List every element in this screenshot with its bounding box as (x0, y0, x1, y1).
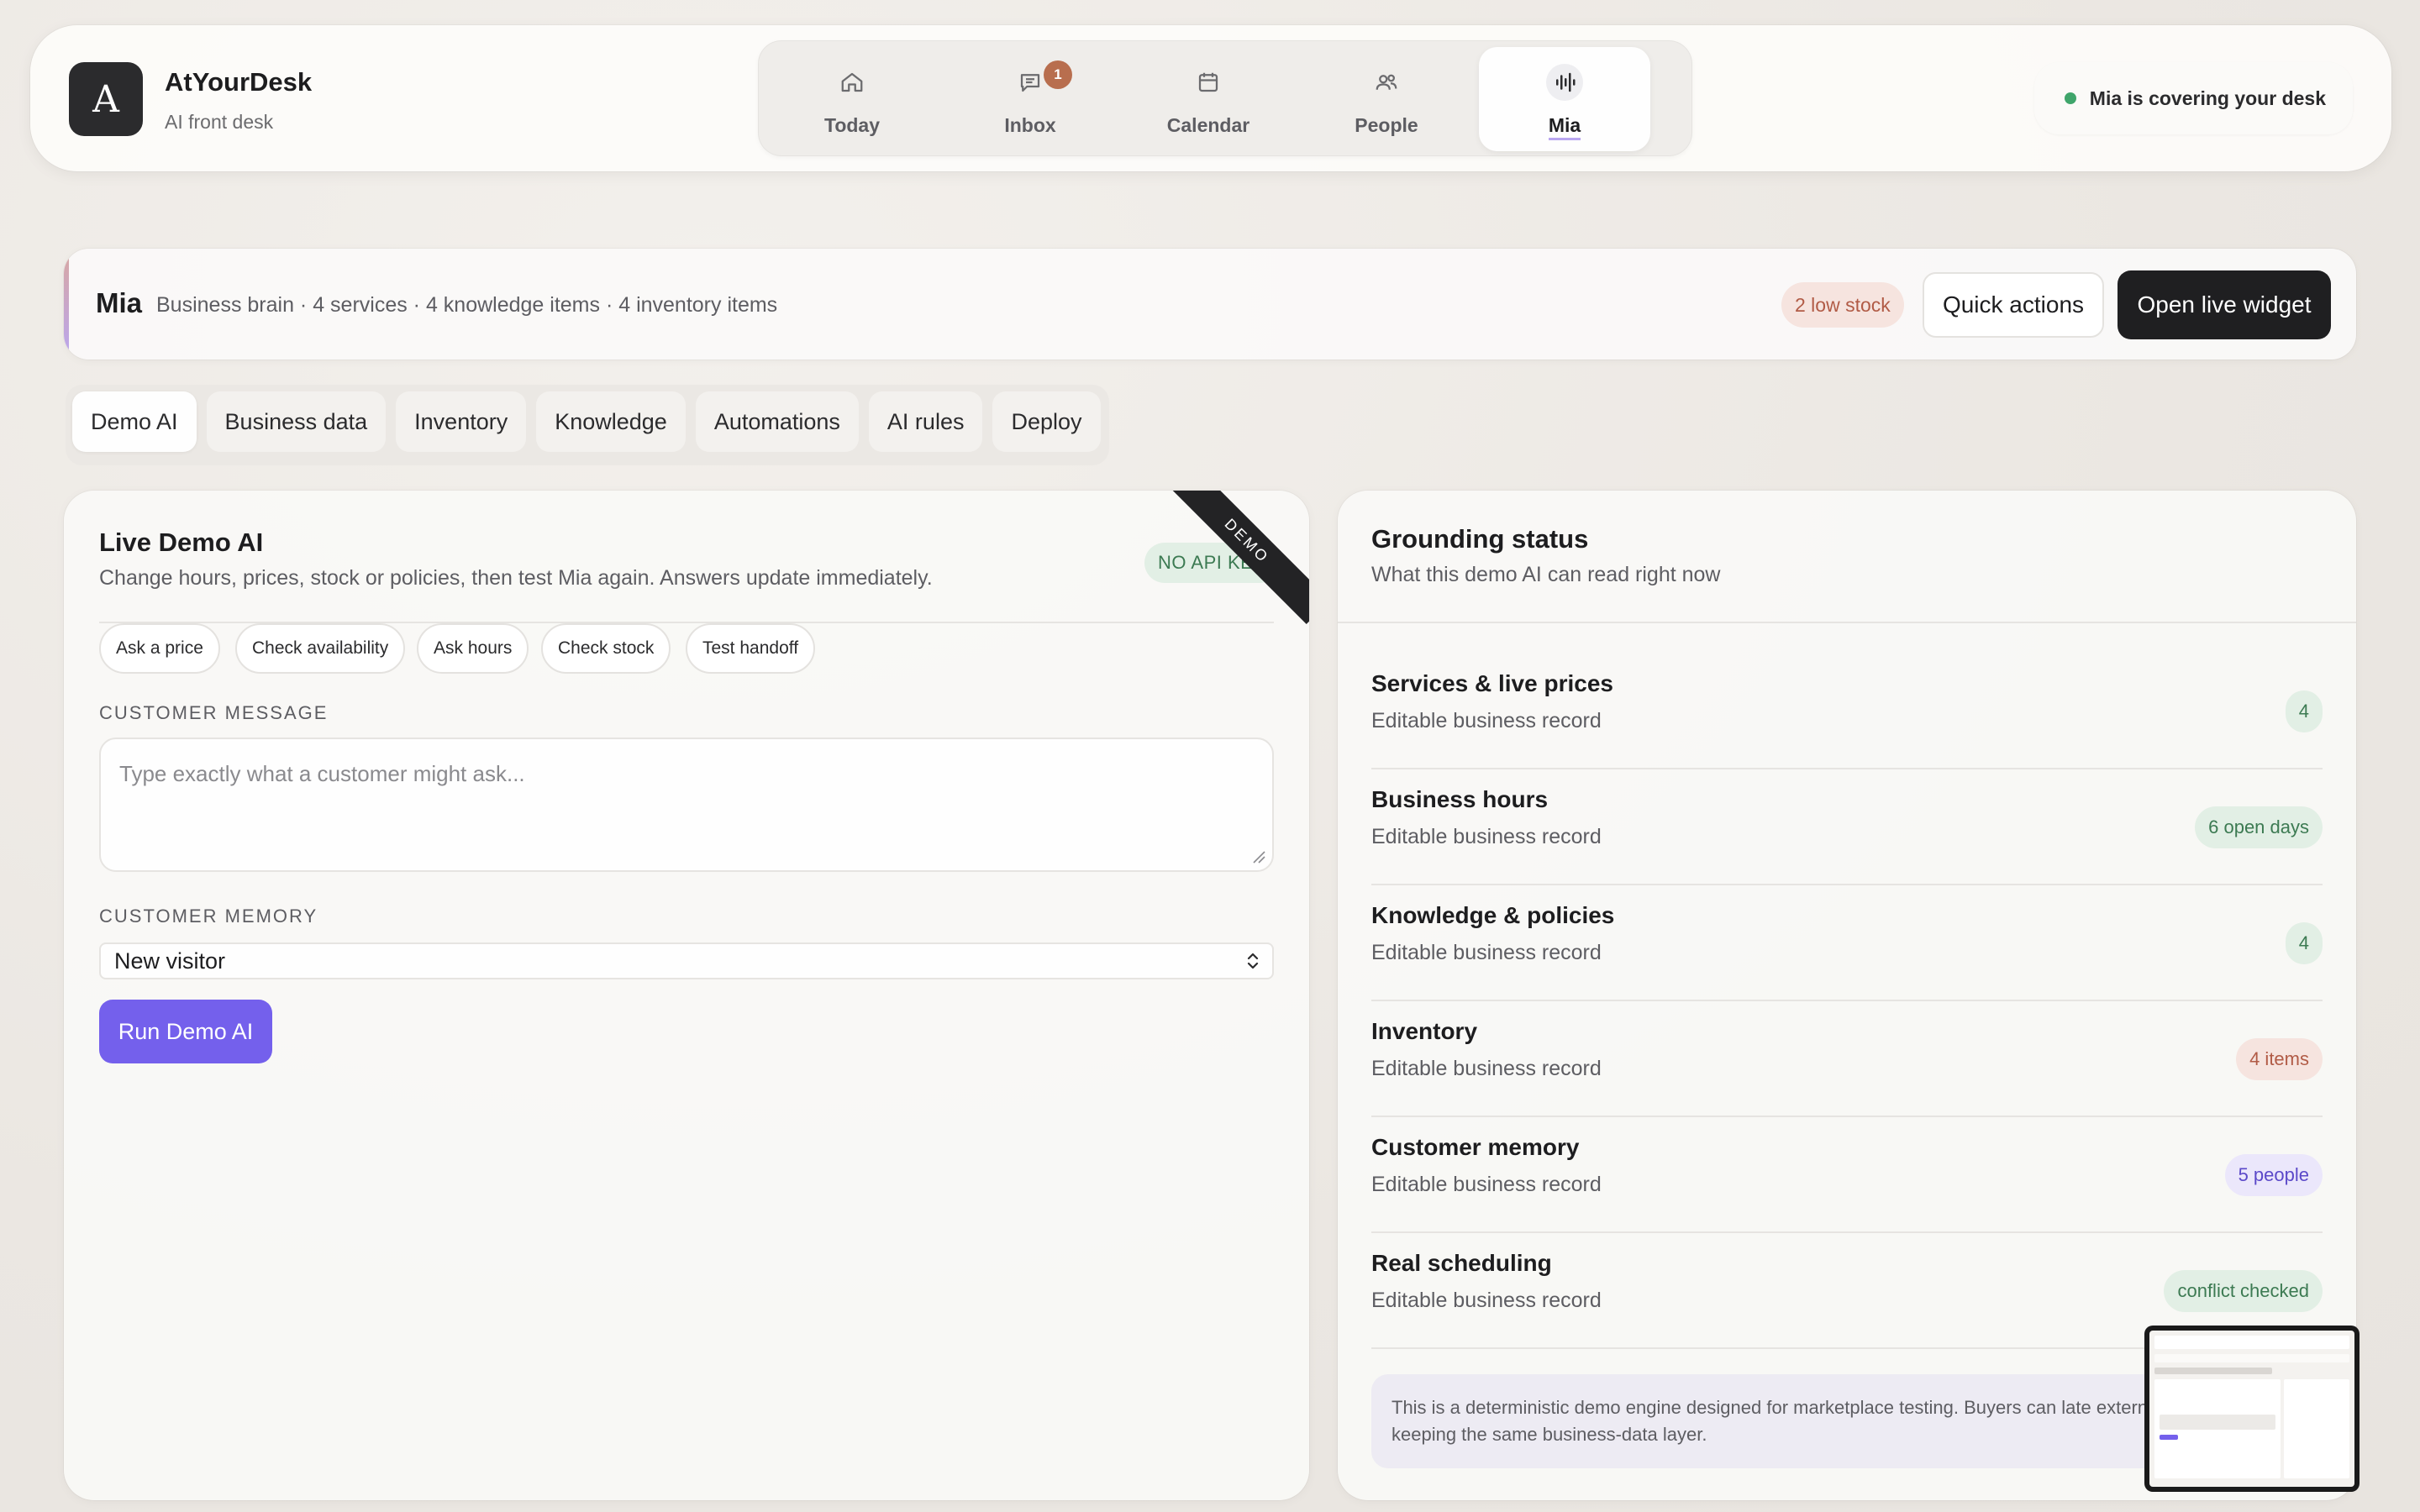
row-subtitle: Editable business record (1371, 825, 1602, 848)
memory-selected-value: New visitor (114, 948, 226, 974)
resize-grip-icon[interactable] (1250, 848, 1265, 864)
customer-memory-label: CUSTOMER MEMORY (99, 906, 318, 927)
chat-icon (1012, 64, 1049, 101)
top-header: A AtYourDesk AI front desk Today 1 Inbox… (30, 25, 2391, 171)
home-icon (834, 64, 871, 101)
desk-status: Mia is covering your desk (2033, 62, 2353, 134)
inbox-count-badge: 1 (1044, 60, 1072, 89)
tab-inventory[interactable]: Inventory (396, 391, 527, 452)
nav-item-inbox[interactable]: 1 Inbox (944, 47, 1116, 151)
nav-item-today[interactable]: Today (766, 47, 938, 151)
main-nav: Today 1 Inbox Calendar People Mia (758, 40, 1692, 156)
app-logo[interactable]: A (69, 62, 143, 136)
low-stock-badge[interactable]: 2 low stock (1781, 282, 1904, 328)
nav-label: Mia (1548, 114, 1581, 140)
status-text: Mia is covering your desk (2089, 87, 2326, 109)
customer-message-label: CUSTOMER MESSAGE (99, 702, 329, 723)
row-title: Knowledge & policies (1371, 902, 1615, 928)
message-placeholder: Type exactly what a customer might ask..… (119, 761, 525, 786)
grounding-row-services[interactable]: Services & live prices Editable business… (1371, 654, 2323, 769)
open-live-widget-button[interactable]: Open live widget (2118, 270, 2331, 339)
row-subtitle: Editable business record (1371, 941, 1602, 964)
row-title: Customer memory (1371, 1134, 1580, 1160)
count-badge: 5 people (2224, 1154, 2323, 1196)
tab-automations[interactable]: Automations (695, 391, 859, 452)
grounding-row-knowledge[interactable]: Knowledge & policies Editable business r… (1371, 885, 2323, 1001)
nav-item-people[interactable]: People (1301, 47, 1472, 151)
row-subtitle: Editable business record (1371, 1057, 1602, 1080)
row-title: Services & live prices (1371, 670, 1613, 696)
live-demo-panel: Live Demo AI Change hours, prices, stock… (64, 491, 1309, 1500)
nav-label: Today (823, 114, 881, 136)
grounding-row-inventory[interactable]: Inventory Editable business record 4 ite… (1371, 1001, 2323, 1117)
section-tabs: Demo AI Business data Inventory Knowledg… (66, 385, 1109, 465)
demo-subtitle: Change hours, prices, stock or policies,… (99, 566, 933, 590)
divider (1338, 622, 2356, 623)
row-subtitle: Editable business record (1371, 1173, 1602, 1196)
chip-ask-hours[interactable]: Ask hours (417, 623, 529, 674)
tab-deploy[interactable]: Deploy (992, 391, 1101, 452)
mia-description: Business brain · 4 services · 4 knowledg… (156, 293, 778, 317)
grounding-row-customer-memory[interactable]: Customer memory Editable business record… (1371, 1117, 2323, 1233)
count-badge: 4 items (2236, 1038, 2323, 1080)
chip-test-handoff[interactable]: Test handoff (686, 623, 816, 674)
nav-label: Inbox (1004, 114, 1056, 136)
run-demo-ai-button[interactable]: Run Demo AI (99, 1000, 272, 1063)
count-badge: 6 open days (2195, 806, 2323, 848)
row-title: Business hours (1371, 786, 1549, 812)
nav-label: Calendar (1166, 114, 1250, 136)
status-dot-icon (2064, 92, 2076, 104)
waveform-icon (1546, 64, 1583, 101)
chip-check-availability[interactable]: Check availability (235, 623, 406, 674)
demo-title: Live Demo AI (99, 528, 264, 557)
nav-item-calendar[interactable]: Calendar (1123, 47, 1294, 151)
tab-demo-ai[interactable]: Demo AI (72, 391, 197, 452)
quick-actions-button[interactable]: Quick actions (1923, 272, 2104, 338)
nav-label: People (1355, 114, 1418, 136)
customer-memory-select[interactable]: New visitor (99, 942, 1274, 979)
chip-ask-price[interactable]: Ask a price (99, 623, 220, 674)
app-subtitle: AI front desk (165, 111, 274, 133)
count-badge: 4 (2285, 922, 2323, 964)
grounding-title: Grounding status (1371, 524, 1589, 554)
count-badge: 4 (2285, 690, 2323, 732)
row-subtitle: Editable business record (1371, 1289, 1602, 1312)
app-name: AtYourDesk (165, 67, 313, 97)
tab-ai-rules[interactable]: AI rules (868, 391, 983, 452)
tab-business-data[interactable]: Business data (206, 391, 387, 452)
grounding-row-hours[interactable]: Business hours Editable business record … (1371, 769, 2323, 885)
row-subtitle: Editable business record (1371, 709, 1602, 732)
updown-chevron-icon (1247, 953, 1259, 969)
tab-knowledge[interactable]: Knowledge (536, 391, 686, 452)
people-icon (1368, 64, 1405, 101)
screenshot-thumbnail[interactable] (2144, 1326, 2360, 1492)
row-title: Real scheduling (1371, 1250, 1552, 1276)
chip-check-stock[interactable]: Check stock (541, 623, 671, 674)
mia-title: Mia (96, 287, 143, 318)
thumbnail-preview (2149, 1331, 2354, 1487)
grounding-subtitle: What this demo AI can read right now (1371, 563, 1721, 586)
customer-message-input[interactable]: Type exactly what a customer might ask..… (99, 738, 1274, 872)
status-badge: conflict checked (2164, 1270, 2323, 1312)
calendar-icon (1190, 64, 1227, 101)
row-title: Inventory (1371, 1018, 1478, 1044)
mia-summary-bar: Mia Business brain · 4 services · 4 know… (64, 249, 2356, 360)
nav-item-mia[interactable]: Mia (1479, 47, 1650, 151)
